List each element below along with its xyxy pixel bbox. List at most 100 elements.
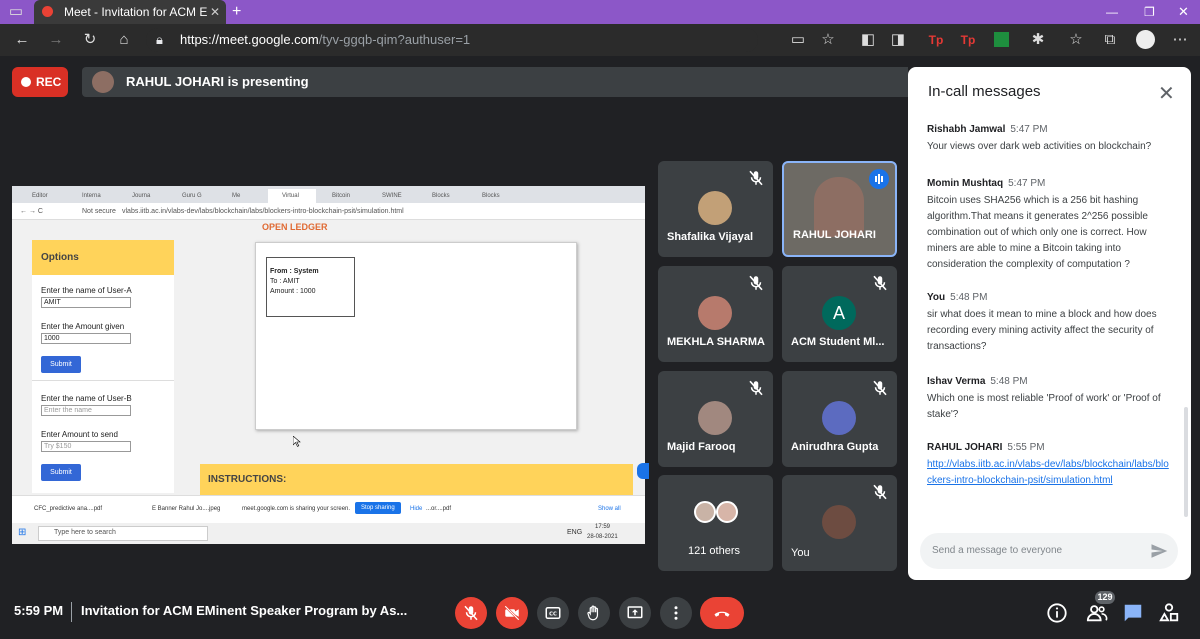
camera-off-icon: [504, 605, 520, 621]
windows-start-icon: ⊞: [18, 527, 27, 538]
url-path: /tyv-ggqb-qim?authuser=1: [318, 32, 471, 47]
mic-off-icon: [464, 605, 478, 621]
muted-mic-icon: [873, 380, 887, 396]
restore-icon[interactable]: ❐: [1144, 0, 1155, 24]
participant-tile[interactable]: RAHUL JOHARI: [782, 161, 897, 257]
amount-send-label: Enter Amount to send: [41, 430, 118, 439]
participant-tile[interactable]: 121 others: [658, 475, 773, 571]
chat-title: In-call messages: [928, 83, 1041, 100]
chat-icon[interactable]: [1122, 602, 1144, 624]
shared-address-bar: ← → C Not secure vlabs.iitb.ac.in/vlabs-…: [12, 203, 645, 220]
ledger-to: To : AMIT: [270, 278, 300, 285]
more-options-button[interactable]: [660, 597, 692, 629]
amount-send-input: Try $150: [41, 441, 131, 452]
participant-name: MEKHLA SHARMA: [667, 336, 765, 348]
new-tab-icon[interactable]: +: [232, 0, 241, 24]
recording-badge: REC: [12, 67, 68, 97]
simulation-page: Options Enter the name of User-A AMIT En…: [12, 220, 645, 495]
message-sender: You 5:48 PM: [927, 292, 1172, 303]
muted-mic-icon: [749, 380, 763, 396]
leave-call-button[interactable]: [700, 597, 744, 629]
raise-hand-button[interactable]: [578, 597, 610, 629]
message-time: 5:47 PM: [1008, 178, 1046, 189]
message-sender-name: Ishav Verma: [927, 376, 986, 387]
lock-icon: 🔒︎: [156, 32, 163, 47]
activities-icon[interactable]: [1158, 602, 1180, 624]
participant-tile[interactable]: MEKHLA SHARMA: [658, 266, 773, 362]
shared-tab: Editor: [32, 193, 48, 199]
message-sender: Ishav Verma 5:48 PM: [927, 376, 1172, 387]
shared-tab: Interna: [82, 193, 101, 199]
chat-message: You 5:48 PM sir what does it mean to mine …: [927, 292, 1172, 355]
forward-icon[interactable]: →: [44, 24, 68, 56]
microphone-off-button[interactable]: [455, 597, 487, 629]
back-icon[interactable]: ←: [10, 24, 34, 56]
address-bar[interactable]: 🔒︎ https://meet.google.com/tyv-ggqb-qim?…: [146, 28, 758, 52]
bookmark-star-icon[interactable]: ☆: [816, 24, 840, 56]
shared-downloads-bar: CFC_predictive ana....pdf E Banner Rahul…: [12, 495, 645, 523]
meeting-title: Invitation for ACM EMinent Speaker Progr…: [81, 603, 408, 618]
extension-tp-icon-1[interactable]: Tp: [924, 24, 948, 56]
participant-name: Majid Farooq: [667, 441, 736, 453]
extension-tp-icon-2[interactable]: Tp: [956, 24, 980, 56]
url-host: https://meet.google.com: [180, 32, 319, 47]
participant-avatar: [698, 296, 732, 330]
stop-sharing-button: Stop sharing: [355, 502, 401, 514]
recording-dot-icon: [42, 6, 53, 17]
presenting-banner: RAHUL JOHARI is presenting: [82, 67, 908, 97]
chat-message: RAHUL JOHARI 5:55 PM http://vlabs.iitb.ac.…: [927, 442, 1172, 489]
tab-close-icon[interactable]: ✕: [210, 0, 220, 24]
camera-off-button[interactable]: [496, 597, 528, 629]
window-close-icon[interactable]: ✕: [1178, 0, 1189, 24]
more-menu-icon[interactable]: ⋯: [1168, 24, 1192, 56]
chat-message-input[interactable]: Send a message to everyone: [920, 533, 1178, 569]
send-icon[interactable]: [1150, 542, 1168, 560]
reload-icon[interactable]: ↻: [78, 24, 102, 56]
participant-name: RAHUL JOHARI: [793, 229, 876, 241]
extension-icon-1[interactable]: ◧: [856, 24, 880, 56]
home-icon[interactable]: ⌂: [112, 24, 136, 56]
profile-avatar[interactable]: [1136, 30, 1155, 49]
participant-avatar: [822, 401, 856, 435]
user-b-label: Enter the name of User-B: [41, 394, 132, 403]
present-icon: [627, 606, 643, 619]
favorites-icon[interactable]: ☆: [1064, 24, 1088, 56]
bottom-divider: [71, 602, 72, 622]
minimize-icon[interactable]: —: [1106, 0, 1118, 24]
extensions-puzzle-icon[interactable]: ✱: [1026, 24, 1050, 56]
meeting-details-icon[interactable]: [1046, 602, 1068, 624]
user-a-input: AMIT: [41, 297, 131, 308]
participant-tile[interactable]: A ACM Student Ml...: [782, 266, 897, 362]
browser-tab-meet[interactable]: Meet - Invitation for ACM E ✕: [34, 0, 226, 24]
shared-tab: Bitcoin: [332, 193, 351, 199]
present-screen-button[interactable]: [619, 597, 651, 629]
chat-close-icon[interactable]: ✕: [1158, 81, 1175, 106]
extension-check-icon[interactable]: [994, 32, 1009, 47]
participant-tile[interactable]: You: [782, 475, 897, 571]
message-time: 5:55 PM: [1007, 442, 1045, 453]
participant-tile[interactable]: Majid Farooq: [658, 371, 773, 467]
participant-name: ACM Student Ml...: [791, 336, 885, 348]
captions-button[interactable]: CC: [537, 597, 569, 629]
extension-icon-2[interactable]: ◨: [886, 24, 910, 56]
participant-tile[interactable]: Shafalika Vijayal: [658, 161, 773, 257]
sharing-notice: meet.google.com is sharing your screen.: [242, 506, 351, 512]
shared-tab: Me: [232, 193, 241, 199]
hang-up-icon: [714, 611, 730, 617]
participant-tile[interactable]: Anirudhra Gupta: [782, 371, 897, 467]
collections-icon[interactable]: ⧉: [1098, 24, 1122, 56]
ledger-entry: From : System To : AMIT Amount : 1000: [266, 257, 355, 317]
message-sender: RAHUL JOHARI 5:55 PM: [927, 442, 1172, 453]
message-link[interactable]: http://vlabs.iitb.ac.in/vlabs-dev/labs/b…: [927, 457, 1172, 489]
ledger-from: From : System: [270, 268, 319, 275]
shared-taskbar: ⊞ Type here to search ENG 17:59 28-08-20…: [12, 523, 645, 544]
shared-tab: SWINE: [382, 193, 402, 199]
shared-side-handle: [637, 463, 649, 479]
chat-scrollbar[interactable]: [1184, 407, 1188, 517]
message-sender: Momin Mushtaq 5:47 PM: [927, 178, 1172, 189]
ledger-panel: From : System To : AMIT Amount : 1000: [255, 242, 577, 430]
camera-blocked-icon[interactable]: ▭: [786, 24, 810, 56]
message-text: Your views over dark web activities on b…: [927, 141, 1152, 152]
presenter-avatar: [92, 71, 114, 93]
people-icon[interactable]: [1086, 602, 1108, 624]
